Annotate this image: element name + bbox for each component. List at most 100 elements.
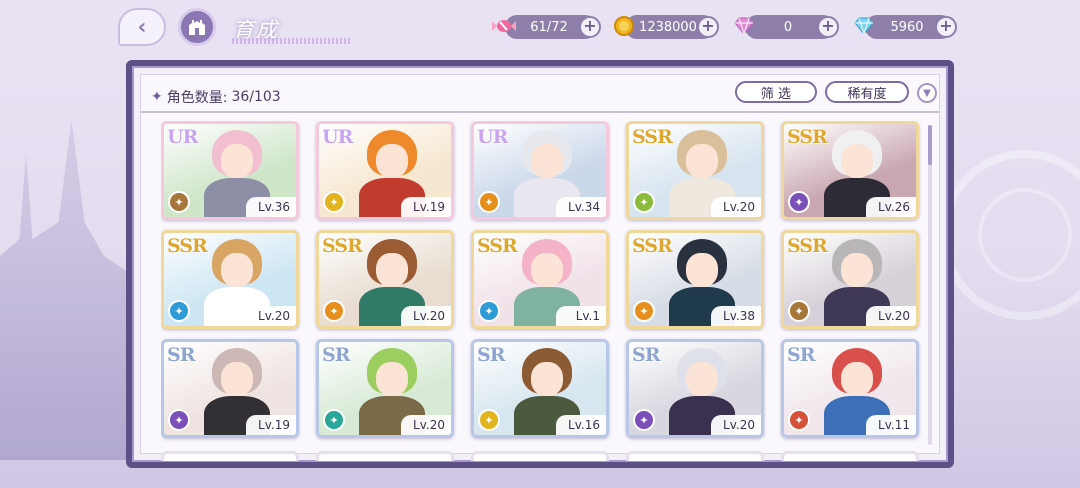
character-card[interactable]: SSR ✦ Lv.20 <box>781 230 919 329</box>
level-label: Lv.20 <box>246 306 296 326</box>
blue-diamond-icon <box>851 13 877 39</box>
character-card[interactable]: UR ✦ Lv.34 <box>471 121 609 220</box>
attribute-icon: ✦ <box>478 300 500 322</box>
level-label: Lv.19 <box>401 197 451 217</box>
level-label: Lv.20 <box>866 306 916 326</box>
castle-home-icon <box>189 20 205 35</box>
rarity-badge: SR <box>322 344 350 366</box>
character-card-partial[interactable] <box>471 451 609 461</box>
panel-header: ✦ 角色数量: 36/103 筛 选 稀有度 ▼ <box>141 75 939 113</box>
attribute-icon: ✦ <box>788 191 810 213</box>
rarity-badge: SSR <box>322 235 363 257</box>
sort-rarity-button[interactable]: 稀有度 <box>825 81 909 103</box>
rarity-badge: UR <box>167 126 198 148</box>
rarity-badge: SR <box>787 344 815 366</box>
filter-button[interactable]: 筛 选 <box>735 81 817 103</box>
coin-counter: 1238000 + <box>614 15 719 39</box>
panel-inner: ✦ 角色数量: 36/103 筛 选 稀有度 ▼ UR ✦ Lv.36 UR ✦ Lv.1… <box>140 74 940 461</box>
attribute-icon: ✦ <box>633 191 655 213</box>
character-card[interactable]: SSR ✦ Lv.26 <box>781 121 919 220</box>
attribute-icon: ✦ <box>323 300 345 322</box>
pink-diamond-icon <box>731 13 757 39</box>
coin-value: 1238000 <box>639 19 697 35</box>
add-coin-button[interactable]: + <box>697 16 719 38</box>
sort-order-toggle[interactable]: ▼ <box>917 83 937 103</box>
character-card[interactable]: SSR ✦ Lv.20 <box>626 121 764 220</box>
level-label: Lv.1 <box>556 306 606 326</box>
rarity-badge: SR <box>167 344 195 366</box>
level-label: Lv.34 <box>556 197 606 217</box>
title-decoration <box>232 38 350 44</box>
level-label: Lv.20 <box>401 415 451 435</box>
back-arrow-icon: ‹ <box>137 14 147 40</box>
level-label: Lv.20 <box>711 415 761 435</box>
level-label: Lv.20 <box>711 197 761 217</box>
castle-silhouette <box>0 120 130 460</box>
level-label: Lv.16 <box>556 415 606 435</box>
character-card-partial[interactable] <box>316 451 454 461</box>
add-blue-diamond-button[interactable]: + <box>935 16 957 38</box>
coin-icon <box>611 13 637 39</box>
attribute-icon: ✦ <box>633 409 655 431</box>
character-count-value: 36/103 <box>231 89 281 105</box>
attribute-icon: ✦ <box>168 300 190 322</box>
rarity-badge: UR <box>477 126 508 148</box>
level-label: Lv.38 <box>711 306 761 326</box>
ferris-wheel-decoration <box>940 150 1080 320</box>
attribute-icon: ✦ <box>633 300 655 322</box>
rarity-badge: SR <box>632 344 660 366</box>
attribute-icon: ✦ <box>478 409 500 431</box>
attribute-icon: ✦ <box>478 191 500 213</box>
character-card[interactable]: SR ✦ Lv.19 <box>161 339 299 438</box>
home-button[interactable] <box>178 8 216 46</box>
attribute-icon: ✦ <box>323 191 345 213</box>
attribute-icon: ✦ <box>168 191 190 213</box>
pink-diamond-counter: 0 + <box>734 15 839 39</box>
character-card-partial[interactable] <box>161 451 299 461</box>
character-panel: ✦ 角色数量: 36/103 筛 选 稀有度 ▼ UR ✦ Lv.36 UR ✦ Lv.1… <box>126 60 954 468</box>
level-label: Lv.20 <box>401 306 451 326</box>
add-stamina-button[interactable]: + <box>579 16 601 38</box>
rarity-badge: SSR <box>477 235 518 257</box>
character-grid[interactable]: UR ✦ Lv.36 UR ✦ Lv.19 UR ✦ Lv.34 SSR ✦ Lv.20 SSR ✦ Lv.… <box>161 121 931 461</box>
level-label: Lv.26 <box>866 197 916 217</box>
character-count-label: 角色数量: <box>166 90 228 106</box>
character-card-partial[interactable] <box>626 451 764 461</box>
candy-icon <box>491 13 517 39</box>
character-card[interactable]: SR ✦ Lv.16 <box>471 339 609 438</box>
rarity-badge: SSR <box>787 235 828 257</box>
add-pink-diamond-button[interactable]: + <box>817 16 839 38</box>
rarity-badge: SSR <box>787 126 828 148</box>
character-card[interactable]: SR ✦ Lv.20 <box>316 339 454 438</box>
character-card[interactable]: SR ✦ Lv.11 <box>781 339 919 438</box>
attribute-icon: ✦ <box>323 409 345 431</box>
character-card[interactable]: UR ✦ Lv.19 <box>316 121 454 220</box>
stamina-value: 61/72 <box>530 19 568 35</box>
stamina-counter: 61/72 + <box>492 15 601 39</box>
blue-diamond-value: 5960 <box>890 19 924 35</box>
character-card[interactable]: SSR ✦ Lv.1 <box>471 230 609 329</box>
character-card[interactable]: SSR ✦ Lv.20 <box>161 230 299 329</box>
character-card[interactable]: SR ✦ Lv.20 <box>626 339 764 438</box>
sparkle-icon: ✦ <box>151 89 163 105</box>
rarity-badge: SSR <box>167 235 208 257</box>
character-card[interactable]: UR ✦ Lv.36 <box>161 121 299 220</box>
attribute-icon: ✦ <box>168 409 190 431</box>
pink-diamond-value: 0 <box>783 19 793 35</box>
back-button[interactable]: ‹ <box>118 8 166 46</box>
attribute-icon: ✦ <box>788 409 810 431</box>
level-label: Lv.36 <box>246 197 296 217</box>
top-bar: ‹ 育成 61/72 + 1238000 + 0 + 5960 + <box>0 0 1080 56</box>
scroll-thumb[interactable] <box>928 125 932 165</box>
character-card[interactable]: SSR ✦ Lv.38 <box>626 230 764 329</box>
rarity-badge: SR <box>477 344 505 366</box>
rarity-badge: SSR <box>632 235 673 257</box>
character-card[interactable]: SSR ✦ Lv.20 <box>316 230 454 329</box>
rarity-badge: SSR <box>632 126 673 148</box>
character-count: ✦ 角色数量: 36/103 <box>151 87 281 107</box>
chevron-down-icon: ▼ <box>923 87 931 99</box>
level-label: Lv.11 <box>866 415 916 435</box>
character-card-partial[interactable] <box>781 451 919 461</box>
level-label: Lv.19 <box>246 415 296 435</box>
scrollbar[interactable] <box>928 125 932 445</box>
